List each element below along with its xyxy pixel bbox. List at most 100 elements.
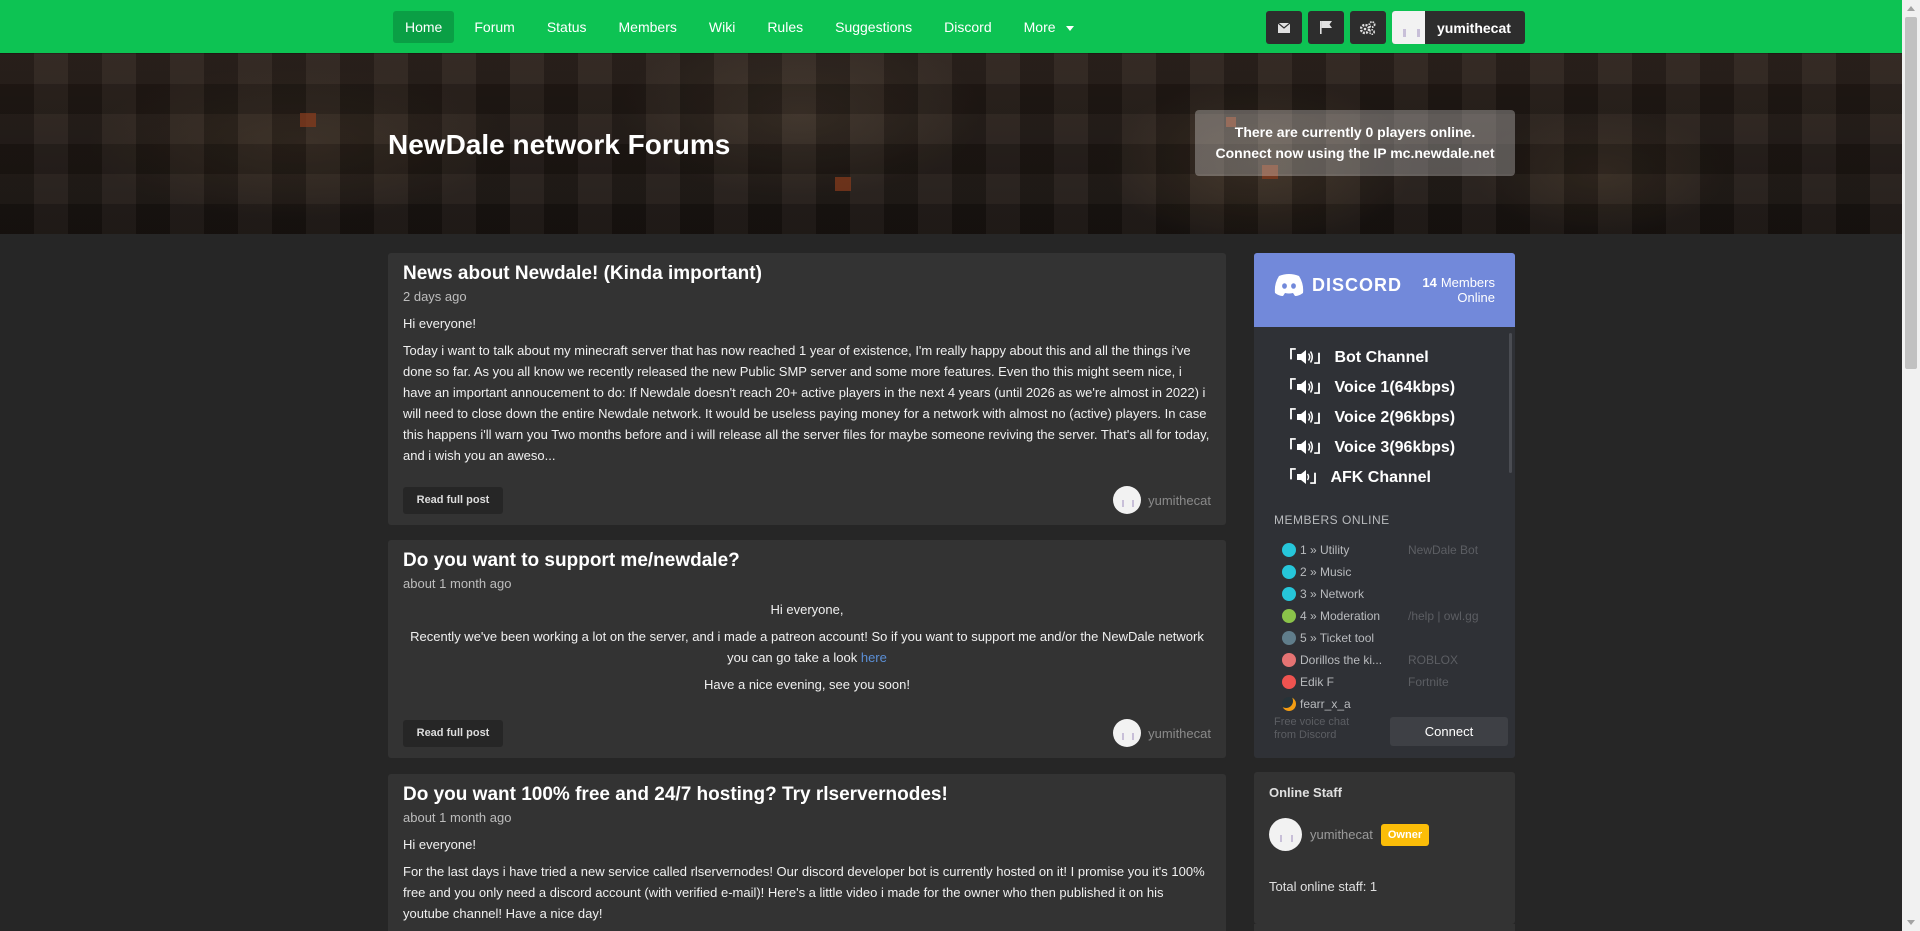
nav-wiki[interactable]: Wiki [697,11,747,43]
discord-footer-text: Free voice chat from Discord [1274,716,1350,741]
scrollbar-thumb[interactable] [1905,17,1917,369]
member-name: Dorillos the ki... [1300,653,1383,667]
user-menu-button[interactable]: yumithecat [1392,11,1525,44]
settings-button[interactable] [1350,11,1386,44]
voice-channel[interactable]: 「」 Voice 1(64kbps) [1280,373,1455,403]
speaker-icon [1297,380,1314,394]
news-post: Do you want 100% free and 24/7 hosting? … [388,774,1226,931]
member-name: 4 » Moderation [1300,609,1381,623]
channel-name: Bot Channel [1334,349,1429,366]
staff-total: Total online staff: 1 [1269,879,1378,894]
news-post: News about Newdale! (Kinda important) 2 … [388,253,1226,525]
username-label: yumithecat [1437,19,1511,36]
banner-ember [300,113,316,127]
server-status-box: There are currently 0 players online. Co… [1195,110,1515,176]
voice-channel[interactable]: 「」 Voice 2(96kbps) [1280,403,1455,433]
nav-home[interactable]: Home [393,11,455,43]
post-date: about 1 month ago [403,576,512,591]
caret-down-icon [1065,25,1074,31]
discord-member[interactable]: 1 » Utility NewDale Bot [1282,539,1478,561]
post-closing: Have a nice evening, see you soon! [704,677,910,692]
post-greeting: Hi everyone! [403,837,476,852]
post-title[interactable]: Do you want 100% free and 24/7 hosting? … [403,784,948,806]
patreon-link[interactable]: here [861,650,887,665]
nav-members[interactable]: Members [607,11,689,43]
post-date: 2 days ago [403,289,467,304]
post-title[interactable]: Do you want to support me/newdale? [403,550,740,572]
avatar [1113,719,1142,747]
banner-ember [835,177,851,191]
voice-channel[interactable]: 「」 Bot Channel [1280,343,1455,373]
member-name: fearr_x_a [1300,697,1351,711]
discord-member[interactable]: Dorillos the ki... ROBLOX [1282,649,1458,671]
page-scrollbar[interactable] [1902,0,1920,931]
nav-more-label: More [1023,19,1056,35]
member-name: 2 » Music [1300,565,1352,579]
read-full-post-button[interactable]: Read full post [403,720,503,747]
top-navbar: Home Forum Status Members Wiki Rules Sug… [0,0,1902,53]
post-body: Hi everyone! For the last days i have tr… [403,834,1211,930]
nav-suggestions[interactable]: Suggestions [823,11,924,43]
member-avatar [1282,697,1296,711]
member-avatar [1282,587,1296,601]
post-author[interactable]: yumithecat [1113,719,1211,747]
nav-more-dropdown[interactable]: More [1012,11,1086,43]
member-activity: /help | owl.gg [1408,609,1479,623]
discord-member[interactable]: 2 » Music [1282,561,1382,583]
nav-rules[interactable]: Rules [755,11,815,43]
discord-member[interactable]: 4 » Moderation/help | owl.gg [1282,605,1479,627]
staff-name: yumithecat [1310,827,1373,842]
discord-member[interactable]: fearr_x_a [1282,693,1382,715]
member-name: 5 » Ticket tool [1300,631,1375,645]
messages-button[interactable] [1266,11,1302,44]
widget-scrollbar[interactable] [1509,333,1512,473]
post-text-paragraph: Recently we've been working a lot on the… [403,626,1211,668]
envelope-icon [1278,22,1290,33]
channel-name: Voice 2(96kbps) [1334,409,1456,426]
member-avatar [1282,631,1296,645]
speaker-low-icon [1297,470,1310,484]
nav-forum[interactable]: Forum [462,11,526,43]
discord-header: DISCORD 14 Members Online [1254,253,1515,327]
owner-badge: Owner [1380,823,1430,846]
user-toolbar: yumithecat [1266,11,1525,44]
post-author[interactable]: yumithecat [1113,486,1211,514]
staff-member[interactable]: yumithecat Owner [1269,818,1430,851]
header-banner: NewDale network Forums There are current… [0,53,1902,234]
discord-connect-button[interactable]: Connect [1390,717,1508,746]
member-avatar [1282,609,1296,623]
author-name: yumithecat [1148,492,1211,508]
voice-channel[interactable]: 「」 AFK Channel [1280,463,1455,493]
discord-member[interactable]: 5 » Ticket tool [1282,627,1382,649]
member-avatar [1282,565,1296,579]
discord-widget: DISCORD 14 Members Online 「」 Bot Channel … [1254,253,1515,758]
members-label: Members [1440,275,1495,290]
server-ip-text: Connect now using the IP mc.newdale.net [1215,145,1495,161]
scroll-up-icon[interactable] [1907,6,1915,11]
speaker-icon [1297,350,1314,364]
member-name: 1 » Utility [1300,543,1350,557]
scroll-down-icon[interactable] [1907,920,1915,925]
author-name: yumithecat [1148,725,1211,741]
member-name: Edik F [1300,675,1335,689]
voice-channel[interactable]: 「」 Voice 3(96kbps) [1280,433,1455,463]
players-online-text: There are currently 0 players online. [1234,124,1476,140]
post-body: Hi everyone! Today i want to talk about … [403,313,1211,472]
post-greeting: Hi everyone, [770,602,844,617]
site-title: NewDale network Forums [388,129,731,160]
discord-member[interactable]: Edik F Fortnite [1282,671,1449,693]
post-title[interactable]: News about Newdale! (Kinda important) [403,263,762,285]
speaker-icon [1297,410,1314,424]
alerts-button[interactable] [1308,11,1344,44]
post-body: Hi everyone, Recently we've been working… [403,599,1211,701]
discord-member[interactable]: 3 » Network [1282,583,1382,605]
member-activity: Fortnite [1408,675,1449,689]
nav-discord[interactable]: Discord [932,11,1003,43]
post-greeting: Hi everyone! [403,316,476,331]
online-staff-panel: Online Staff yumithecat Owner Total onli… [1254,772,1515,924]
nav-status[interactable]: Status [535,11,599,43]
discord-member-count: 14 Members Online [1422,275,1495,305]
member-activity: NewDale Bot [1408,543,1479,557]
member-avatar [1282,653,1296,667]
read-full-post-button[interactable]: Read full post [403,487,503,514]
